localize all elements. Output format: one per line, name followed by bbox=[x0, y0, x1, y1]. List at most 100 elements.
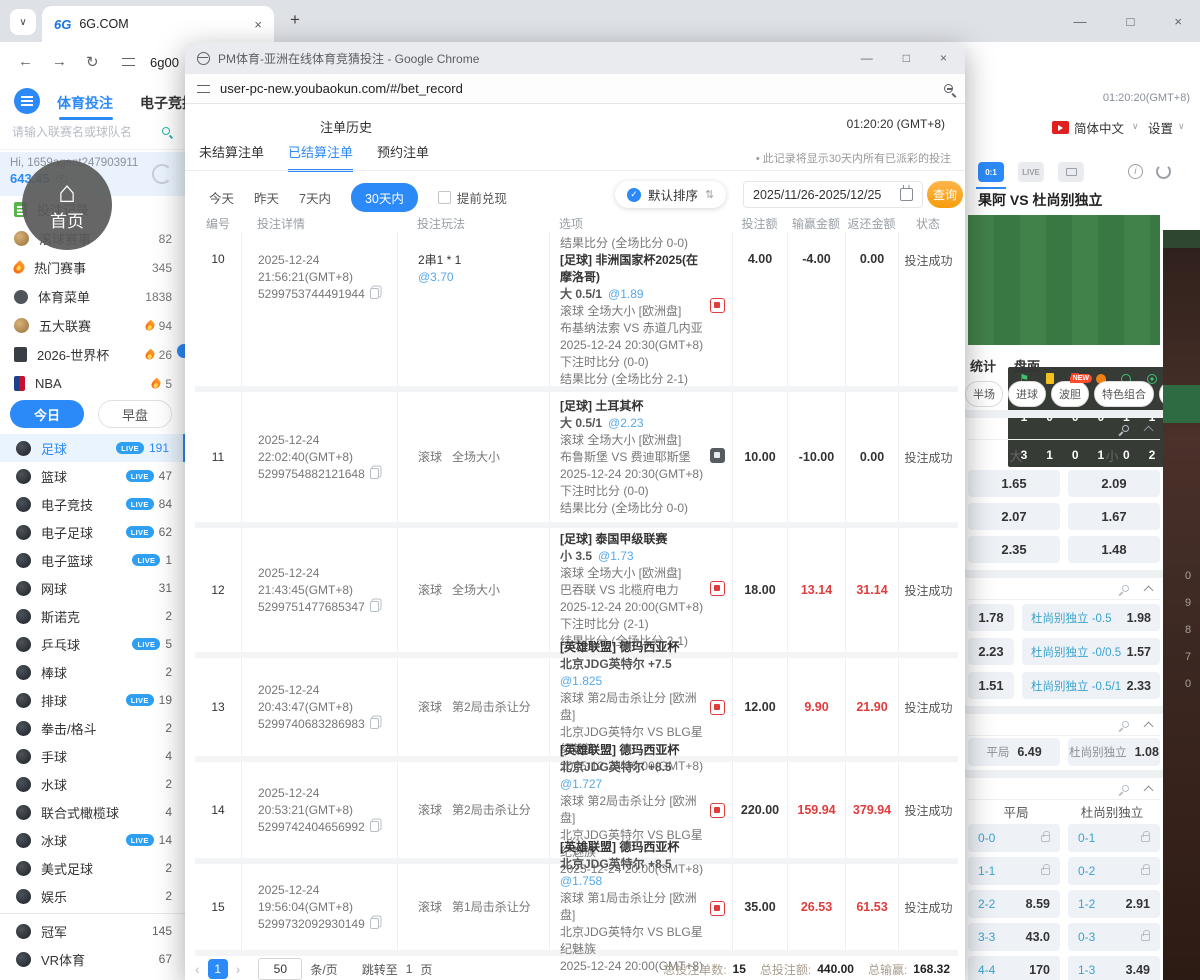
match-tracker-icon[interactable] bbox=[710, 581, 725, 597]
tab-search-button[interactable]: ∨ bbox=[10, 9, 36, 35]
hamburger-menu-icon[interactable] bbox=[14, 88, 40, 114]
current-page-button[interactable]: 1 bbox=[207, 959, 228, 979]
score-odds-button[interactable]: 1-3 3.49 bbox=[1068, 956, 1160, 980]
sort-select[interactable]: ✓ 默认排序 ⇅ bbox=[615, 181, 727, 208]
refresh-icon[interactable] bbox=[1156, 164, 1171, 179]
sidebar-item[interactable]: 体育菜单 1838 bbox=[0, 282, 185, 311]
score-odds-button[interactable]: 0-2 bbox=[1068, 857, 1160, 885]
market-pill[interactable]: 半场 bbox=[965, 381, 1003, 407]
copy-icon[interactable] bbox=[369, 288, 379, 299]
popup-minimize-button[interactable]: — bbox=[861, 51, 873, 65]
site-settings-icon[interactable] bbox=[197, 84, 210, 93]
window-minimize-button[interactable]: — bbox=[1074, 14, 1087, 29]
sport-item[interactable]: 足球 LIVE 191 bbox=[0, 434, 185, 462]
sport-item[interactable]: VR体育 67 bbox=[0, 945, 185, 973]
zoom-out-icon[interactable] bbox=[944, 84, 953, 93]
sport-item[interactable]: 乒乓球 LIVE 5 bbox=[0, 630, 185, 658]
odds-button[interactable]: 2.07 bbox=[968, 503, 1060, 530]
record-tab[interactable]: 未结算注单 bbox=[199, 142, 264, 172]
forward-icon[interactable]: → bbox=[52, 53, 67, 70]
score-odds-button[interactable]: 4-4 170 bbox=[968, 956, 1060, 980]
sport-item[interactable]: 排球 LIVE 19 bbox=[0, 686, 185, 714]
score-tab[interactable]: LIVE bbox=[1018, 162, 1044, 182]
collapse-icon[interactable] bbox=[1143, 425, 1154, 436]
nav-tab-sports[interactable]: 体育投注 bbox=[57, 93, 113, 120]
pin-icon[interactable] bbox=[1120, 719, 1131, 730]
score-odds-button[interactable]: 0-3 bbox=[1068, 923, 1160, 951]
popup-url[interactable]: user-pc-new.youbaokun.com/#/bet_record bbox=[220, 81, 934, 96]
window-close-button[interactable]: × bbox=[1174, 14, 1182, 29]
odds-button[interactable]: 1.48 bbox=[1068, 536, 1160, 563]
sport-item[interactable]: 娱乐 2 bbox=[0, 882, 185, 910]
collapse-icon[interactable] bbox=[1143, 721, 1154, 732]
sidebar-item[interactable]: 五大联赛 94 bbox=[0, 311, 185, 340]
sport-item[interactable]: 冠军 145 bbox=[0, 917, 185, 945]
browser-tab[interactable]: 6G 6G.COM × bbox=[42, 6, 274, 42]
quick-filter[interactable]: 7天内 bbox=[299, 188, 331, 207]
popup-maximize-button[interactable]: □ bbox=[903, 51, 910, 65]
early-cashout-filter[interactable]: 提前兑现 bbox=[437, 188, 507, 207]
sidebar-item[interactable]: NBA 5 bbox=[0, 369, 185, 398]
match-tracker-icon[interactable] bbox=[710, 447, 725, 463]
tab-item[interactable]: 盘面 bbox=[1014, 356, 1040, 375]
odds-button[interactable]: 杜尚别独立 1.08 bbox=[1068, 738, 1160, 766]
checkbox-icon[interactable] bbox=[437, 190, 451, 204]
record-tab[interactable]: 预约注单 bbox=[377, 142, 429, 172]
match-tracker-icon[interactable] bbox=[710, 803, 725, 819]
score-odds-button[interactable]: 3-3 43.0 bbox=[968, 923, 1060, 951]
date-range-picker[interactable]: 2025/11/26-2025/12/25 bbox=[743, 181, 923, 208]
today-button[interactable]: 今日 bbox=[10, 400, 84, 428]
odds-button[interactable]: 杜尚别独立 -0.5 1.98 bbox=[1022, 604, 1160, 631]
copy-icon[interactable] bbox=[369, 467, 379, 479]
search-button[interactable]: 查询 bbox=[927, 181, 963, 208]
sport-item[interactable]: 网球 31 bbox=[0, 574, 185, 602]
pin-icon[interactable] bbox=[1120, 423, 1131, 434]
sport-item[interactable]: 电子竞技 LIVE 84 bbox=[0, 490, 185, 518]
odds-button[interactable]: 1.67 bbox=[1068, 503, 1160, 530]
language-select[interactable]: 简体中文 bbox=[1074, 118, 1124, 137]
early-market-button[interactable]: 早盘 bbox=[98, 400, 172, 428]
odds-button[interactable]: 平局 6.49 bbox=[968, 738, 1060, 766]
market-pill[interactable]: 特色组合 bbox=[1094, 381, 1154, 407]
info-icon[interactable]: i bbox=[1128, 164, 1143, 179]
address-bar[interactable]: 6g00 bbox=[150, 55, 179, 70]
odds-button[interactable]: 2.09 bbox=[1068, 470, 1160, 497]
quick-filter[interactable]: 30天内 bbox=[350, 182, 418, 212]
odds-button[interactable]: 2.35 bbox=[968, 536, 1060, 563]
score-tab[interactable]: 0:1 bbox=[976, 162, 1006, 189]
copy-icon[interactable] bbox=[369, 820, 379, 832]
score-odds-button[interactable]: 2-2 8.59 bbox=[968, 890, 1060, 918]
match-tracker-icon[interactable] bbox=[710, 900, 725, 916]
copy-icon[interactable] bbox=[369, 600, 379, 612]
odds-button[interactable]: 1.65 bbox=[968, 470, 1060, 497]
score-odds-button[interactable]: 1-2 2.91 bbox=[1068, 890, 1160, 918]
score-odds-button[interactable]: 1-1 bbox=[968, 857, 1060, 885]
sidebar-item[interactable]: 2026-世界杯 26 bbox=[0, 340, 185, 369]
new-tab-button[interactable]: + bbox=[290, 10, 300, 30]
sport-item[interactable]: 联合式橄榄球 4 bbox=[0, 798, 185, 826]
quick-filter[interactable]: 今天 bbox=[209, 188, 234, 207]
sport-item[interactable]: 水球 2 bbox=[0, 770, 185, 798]
match-tracker-icon[interactable] bbox=[710, 298, 725, 314]
copy-icon[interactable] bbox=[369, 717, 379, 729]
jump-page-value[interactable]: 1 bbox=[406, 962, 413, 976]
pin-icon[interactable] bbox=[1120, 783, 1131, 794]
score-odds-button[interactable]: 0-0 bbox=[968, 824, 1060, 852]
market-pill[interactable]: 波胆 NEW bbox=[1051, 374, 1092, 407]
match-tracker-icon[interactable] bbox=[710, 700, 725, 716]
window-maximize-button[interactable]: □ bbox=[1127, 14, 1135, 29]
record-tab[interactable]: 已结算注单 bbox=[288, 142, 354, 172]
quick-filter[interactable]: 昨天 bbox=[254, 188, 279, 207]
odds-button[interactable]: 1.51 bbox=[968, 672, 1014, 699]
sport-item[interactable]: 美式足球 2 bbox=[0, 854, 185, 882]
sport-item[interactable]: 冰球 LIVE 14 bbox=[0, 826, 185, 854]
reload-icon[interactable]: ↻ bbox=[86, 53, 99, 71]
tab-close-icon[interactable]: × bbox=[254, 17, 262, 32]
sport-item[interactable]: 斯诺克 2 bbox=[0, 602, 185, 630]
collapse-icon[interactable] bbox=[1143, 585, 1154, 596]
sport-item[interactable]: 手球 4 bbox=[0, 742, 185, 770]
stream-tab[interactable] bbox=[1058, 162, 1084, 182]
popup-close-button[interactable]: × bbox=[940, 51, 947, 65]
market-pill[interactable]: 进球 bbox=[1008, 381, 1046, 407]
odds-button[interactable]: 1.78 bbox=[968, 604, 1014, 631]
